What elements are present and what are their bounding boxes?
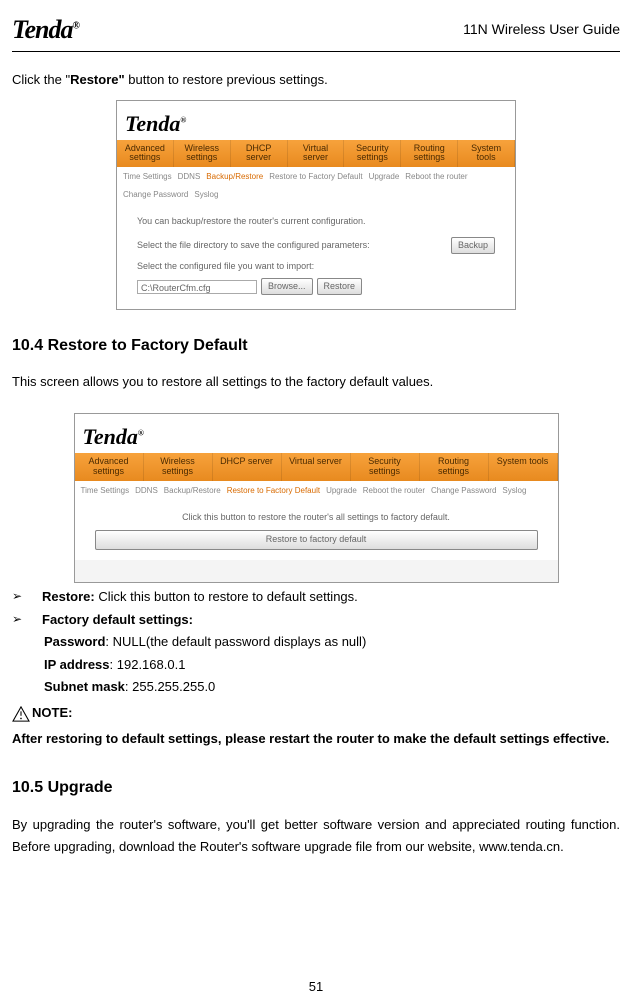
subtab-reboot: Reboot the router <box>405 171 467 183</box>
shot2-nav-tabs: Advanced settings Wireless settings DHCP… <box>75 453 558 481</box>
shot2-body: Click this button to restore the router'… <box>75 501 558 560</box>
intro-suffix: button to restore previous settings. <box>125 72 328 87</box>
subtab-ddns: DDNS <box>178 171 201 183</box>
bullet-factory-text: Factory default settings: <box>42 610 620 630</box>
subtab2-upgrade: Upgrade <box>326 485 357 497</box>
sub-ip: IP address: 192.168.0.1 <box>44 655 620 675</box>
section-10-4-heading: 10.4 Restore to Factory Default <box>12 334 620 358</box>
tab2-virtual: Virtual server <box>282 453 351 481</box>
sub-password: Password: NULL(the default password disp… <box>44 632 620 652</box>
subtab2-time: Time Settings <box>81 485 130 497</box>
shot1-header: Tenda® <box>117 101 515 140</box>
note-label: NOTE: <box>32 703 72 723</box>
shot1-line2: Select the file directory to save the co… <box>137 239 447 253</box>
logo-registered: ® <box>73 20 79 31</box>
tab-security: Security settings <box>344 140 401 168</box>
sub-subnet: Subnet mask: 255.255.255.0 <box>44 677 620 697</box>
subtab2-ddns: DDNS <box>135 485 158 497</box>
tab2-system: System tools <box>489 453 558 481</box>
tab-wireless: Wireless settings <box>174 140 231 168</box>
backup-button: Backup <box>451 237 495 255</box>
screenshot-factory-default: Tenda® Advanced settings Wireless settin… <box>74 413 559 583</box>
browse-button: Browse... <box>261 278 313 296</box>
subtab-time: Time Settings <box>123 171 172 183</box>
subtab-backup-restore: Backup/Restore <box>206 171 263 183</box>
restore-factory-button: Restore to factory default <box>95 530 538 550</box>
intro-paragraph: Click the "Restore" button to restore pr… <box>12 70 620 90</box>
tab-dhcp: DHCP server <box>231 140 288 168</box>
shot1-sub-tabs: Time Settings DDNS Backup/Restore Restor… <box>117 167 515 205</box>
subtab-syslog: Syslog <box>194 189 218 201</box>
screenshot-backup-restore: Tenda® Advanced settings Wireless settin… <box>116 100 516 310</box>
note-row: NOTE: <box>12 703 620 723</box>
bullet-arrow-icon: ➢ <box>12 610 24 628</box>
shot1-nav-tabs: Advanced settings Wireless settings DHCP… <box>117 140 515 168</box>
tab2-dhcp: DHCP server <box>213 453 282 481</box>
subtab-factory: Restore to Factory Default <box>269 171 362 183</box>
shot2-logo: Tenda® <box>83 420 550 453</box>
section-10-4-para: This screen allows you to restore all se… <box>12 372 620 392</box>
tab-routing: Routing settings <box>401 140 458 168</box>
tab2-routing: Routing settings <box>420 453 489 481</box>
guide-title-prefix: 11N Wireless <box>463 21 549 37</box>
page-number: 51 <box>309 977 323 997</box>
guide-title-suffix: User Guide <box>549 21 620 37</box>
shot1-line1: You can backup/restore the router's curr… <box>137 215 495 229</box>
bullet-arrow-icon: ➢ <box>12 587 24 605</box>
shot1-logo: Tenda® <box>125 107 507 140</box>
page-header: Tenda® 11N Wireless User Guide <box>12 10 620 52</box>
note-body: After restoring to default settings, ple… <box>12 728 620 750</box>
shot2-line: Click this button to restore the router'… <box>95 511 538 525</box>
subtab2-password: Change Password <box>431 485 496 497</box>
shot1-body: You can backup/restore the router's curr… <box>117 205 515 309</box>
section-10-5-heading: 10.5 Upgrade <box>12 776 620 800</box>
subtab-upgrade: Upgrade <box>369 171 400 183</box>
subtab2-reboot: Reboot the router <box>363 485 425 497</box>
tab-system: System tools <box>458 140 515 168</box>
tab2-security: Security settings <box>351 453 420 481</box>
tab-virtual: Virtual server <box>288 140 345 168</box>
guide-title: 11N Wireless User Guide <box>463 19 620 40</box>
bullet-restore-text: Restore: Click this button to restore to… <box>42 587 620 607</box>
shot1-line3: Select the configured file you want to i… <box>137 260 495 274</box>
intro-prefix: Click the " <box>12 72 70 87</box>
tenda-logo: Tenda® <box>12 10 79 49</box>
intro-bold: Restore" <box>70 72 125 87</box>
subtab-password: Change Password <box>123 189 188 201</box>
shot1-backup-row: Select the file directory to save the co… <box>137 237 495 255</box>
subtab2-backup: Backup/Restore <box>164 485 221 497</box>
shot2-header: Tenda® <box>75 414 558 453</box>
section-10-5-para: By upgrading the router's software, you'… <box>12 814 620 858</box>
logo-text: Tenda <box>12 15 73 44</box>
tab-advanced: Advanced settings <box>117 140 174 168</box>
shot2-sub-tabs: Time Settings DDNS Backup/Restore Restor… <box>75 481 558 501</box>
tab2-advanced: Advanced settings <box>75 453 144 481</box>
restore-button: Restore <box>317 278 363 296</box>
bullet-factory-defaults: ➢ Factory default settings: <box>12 610 620 630</box>
subtab2-factory: Restore to Factory Default <box>227 485 320 497</box>
warning-icon <box>12 706 30 722</box>
file-path-input: C:\RouterCfm.cfg <box>137 280 257 294</box>
tab2-wireless: Wireless settings <box>144 453 213 481</box>
shot1-import-row: C:\RouterCfm.cfg Browse... Restore <box>137 278 495 296</box>
subtab2-syslog: Syslog <box>502 485 526 497</box>
bullet-restore: ➢ Restore: Click this button to restore … <box>12 587 620 607</box>
